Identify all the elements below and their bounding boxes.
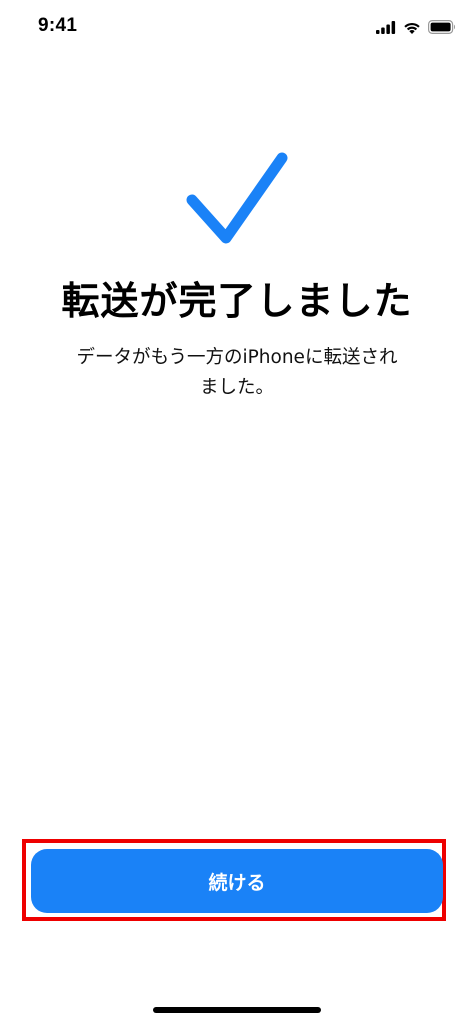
status-time: 9:41 <box>38 15 78 36</box>
description-line-1: データがもう一方のiPhoneに転送され <box>76 347 398 368</box>
page-title: 転送が完了しました <box>61 279 413 323</box>
checkmark-icon <box>178 142 294 252</box>
status-icons <box>376 19 456 38</box>
description-text: データがもう一方のiPhoneに転送され ました。 <box>50 343 424 403</box>
description-line-2: ました。 <box>199 377 274 398</box>
battery-icon <box>428 19 456 38</box>
home-indicator[interactable] <box>153 1007 321 1013</box>
status-bar: 9:41 <box>0 0 474 58</box>
wifi-icon <box>403 19 421 38</box>
continue-button[interactable]: 続ける <box>31 849 443 913</box>
cellular-signal-icon <box>376 19 396 38</box>
